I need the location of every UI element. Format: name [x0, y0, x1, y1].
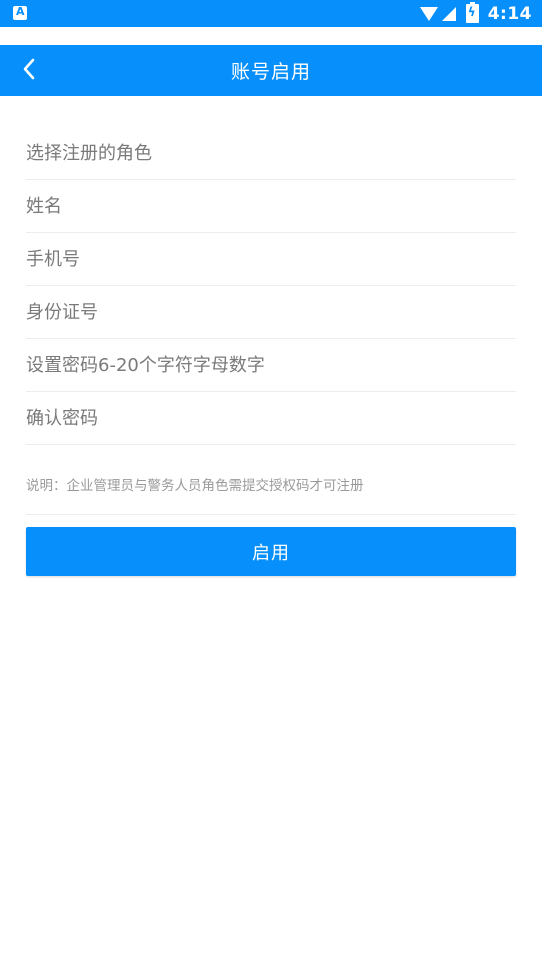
signal-icon [441, 6, 456, 21]
status-time: 4:14 [487, 3, 532, 24]
status-bar: 4:14 [0, 0, 542, 27]
back-button[interactable] [16, 54, 50, 88]
page-title: 账号启用 [230, 61, 311, 83]
confirm-password-field[interactable] [26, 392, 516, 444]
id-number-field[interactable] [26, 286, 516, 338]
header-gap [0, 27, 542, 45]
name-field[interactable] [26, 180, 516, 232]
password-row [26, 339, 516, 392]
role-select-field[interactable] [26, 127, 516, 179]
chevron-left-icon [23, 58, 35, 80]
phone-field[interactable] [26, 233, 516, 285]
status-icons: 4:14 [419, 0, 532, 27]
phone-row [26, 233, 516, 286]
enable-button[interactable]: 启用 [26, 527, 516, 576]
battery-charging-icon [465, 2, 479, 23]
confirm-password-row [26, 392, 516, 445]
password-field[interactable] [26, 339, 516, 391]
id-number-row [26, 286, 516, 339]
name-row [26, 180, 516, 233]
wifi-icon [419, 6, 438, 21]
registration-form [26, 127, 516, 445]
registration-note: 说明：企业管理员与警务人员角色需提交授权码才可注册 [26, 466, 516, 515]
notification-app-icon [13, 5, 27, 20]
role-row [26, 127, 516, 180]
app-bar: 账号启用 [0, 45, 542, 96]
